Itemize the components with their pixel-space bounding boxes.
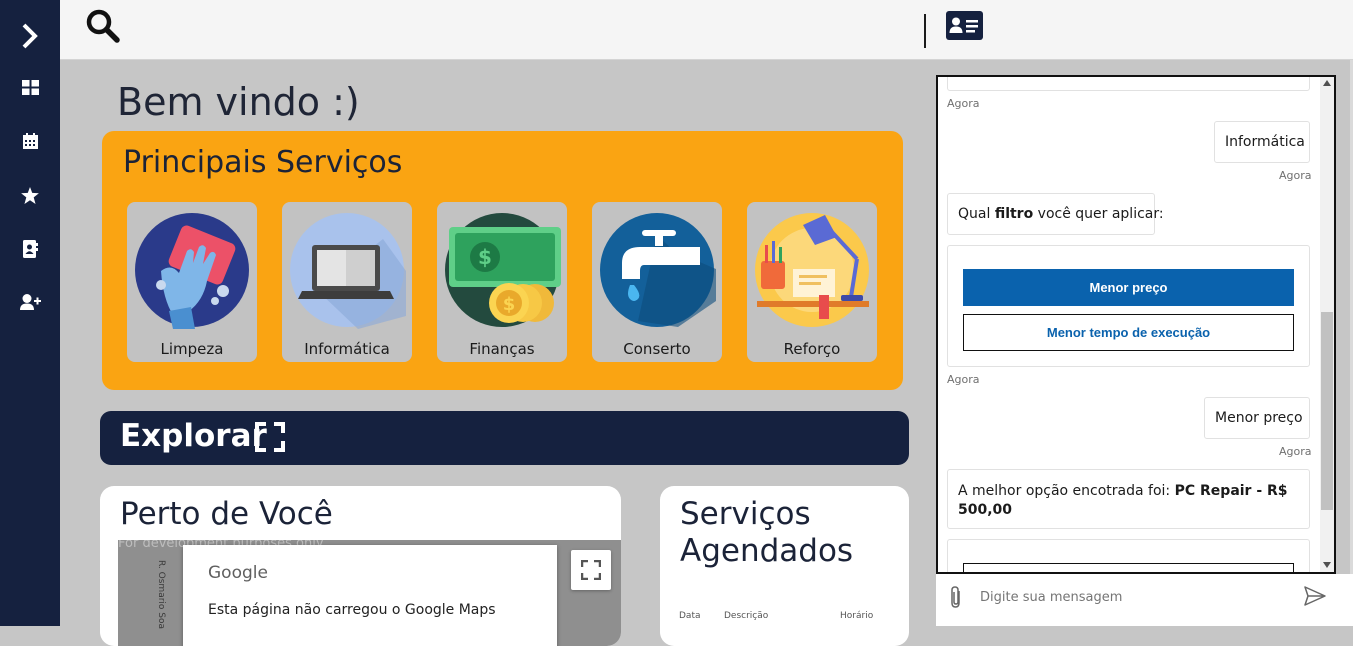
scroll-down-arrow-icon[interactable] — [1323, 562, 1331, 568]
contacts-icon — [22, 240, 38, 258]
chat-message-user: Informática — [1214, 121, 1310, 163]
service-label: Limpeza — [160, 340, 224, 358]
scheduled-services-title: Serviços Agendados — [680, 496, 854, 569]
option-fastest-execution-button[interactable]: Menor tempo de execução — [963, 314, 1294, 351]
search-icon — [86, 9, 120, 43]
map-fullscreen-button[interactable] — [571, 550, 611, 590]
chevron-right-icon — [22, 23, 38, 49]
map-error-dialog: Google Esta página não carregou o Google… — [183, 545, 557, 646]
near-you-panel: Perto de Você For development purposes o… — [100, 486, 621, 646]
chat-message-bot — [947, 77, 1310, 91]
expand-icon[interactable] — [255, 422, 285, 452]
google-logo: Google — [208, 563, 268, 583]
cleaning-glove-icon — [135, 213, 249, 329]
sidebar-item-dashboard[interactable] — [0, 72, 60, 102]
map-street-label: R. Osmario Soa — [156, 560, 166, 630]
sidebar-item-calendar[interactable] — [0, 126, 60, 156]
map-view[interactable]: For development purposes only R. Osmario… — [118, 540, 621, 646]
svg-text:$: $ — [478, 245, 492, 269]
chat-input-bar — [936, 574, 1353, 626]
scroll-up-arrow-icon[interactable] — [1323, 80, 1331, 86]
services-panel: Principais Serviços Limpeza Informática — [102, 131, 903, 390]
service-label: Finanças — [469, 340, 535, 358]
id-card-icon — [946, 11, 983, 40]
service-card-financas[interactable]: $ $ Finanças — [437, 202, 567, 362]
message-text-bold: filtro — [994, 206, 1034, 222]
sidebar-toggle[interactable] — [0, 21, 60, 51]
message-time: Agora — [947, 373, 980, 386]
column-header-description: Descrição — [724, 611, 769, 621]
services-title: Principais Serviços — [123, 145, 403, 180]
chat-options-card — [947, 539, 1310, 572]
top-bar-divider — [924, 14, 926, 48]
sidebar-item-favorites[interactable] — [0, 180, 60, 210]
explore-bar[interactable]: Explorar — [100, 411, 909, 465]
faucet-icon — [600, 213, 716, 327]
profile-button[interactable] — [946, 11, 983, 44]
service-card-informatica[interactable]: Informática — [282, 202, 412, 362]
send-icon[interactable] — [1304, 586, 1326, 606]
map-error-text: Esta página não carregou o Google Maps — [208, 602, 496, 618]
message-text: Qual — [958, 206, 995, 222]
chat-panel: Agora Informática Agora Qual filtro você… — [936, 75, 1336, 574]
column-header-time: Horário — [840, 611, 874, 621]
sidebar-item-add-user[interactable] — [0, 287, 60, 317]
calendar-icon — [22, 133, 38, 149]
service-card-reforco[interactable]: Reforço — [747, 202, 877, 362]
message-text: A melhor opção encotrada foi: — [958, 483, 1175, 499]
message-time: Agora — [1279, 445, 1312, 458]
chat-message-bot: Qual filtro você quer aplicar: — [947, 193, 1164, 235]
chat-options-card: Menor preço Menor tempo de execução — [947, 245, 1310, 367]
search-button[interactable] — [85, 8, 121, 48]
chat-message-bot: A melhor opção encotrada foi: PC Repair … — [947, 469, 1310, 529]
welcome-heading: Bem vindo :) — [117, 80, 360, 124]
service-label: Reforço — [783, 340, 841, 358]
desk-lamp-icon — [755, 213, 869, 327]
chat-message-input[interactable] — [980, 586, 1290, 608]
chat-scrollbar[interactable] — [1320, 77, 1334, 572]
scheduled-services-panel: Serviços Agendados Data Descrição Horári… — [660, 486, 909, 646]
money-icon: $ $ — [445, 213, 561, 327]
sidebar-item-contacts[interactable] — [0, 234, 60, 264]
service-label: Conserto — [623, 340, 691, 358]
laptop-icon — [290, 213, 406, 329]
option-lowest-price-button[interactable]: Menor preço — [963, 269, 1294, 306]
sidebar — [0, 0, 60, 626]
scroll-thumb[interactable] — [1321, 312, 1333, 510]
explore-label: Explorar — [120, 418, 267, 454]
service-card-conserto[interactable]: Conserto — [592, 202, 722, 362]
option-button[interactable] — [963, 563, 1294, 572]
svg-text:$: $ — [503, 294, 516, 315]
top-bar — [60, 0, 1353, 60]
paperclip-icon[interactable] — [948, 585, 964, 609]
message-time: Agora — [947, 97, 980, 110]
fullscreen-icon — [581, 560, 601, 580]
near-you-title: Perto de Você — [120, 496, 333, 532]
add-user-icon — [19, 294, 41, 310]
star-icon — [21, 186, 39, 204]
message-text: você quer aplicar: — [1033, 206, 1164, 222]
dashboard-icon — [21, 79, 39, 95]
service-card-limpeza[interactable]: Limpeza — [127, 202, 257, 362]
column-header-date: Data — [679, 611, 701, 621]
chat-message-user: Menor preço — [1204, 397, 1310, 439]
message-time: Agora — [1279, 169, 1312, 182]
service-label: Informática — [304, 340, 390, 358]
